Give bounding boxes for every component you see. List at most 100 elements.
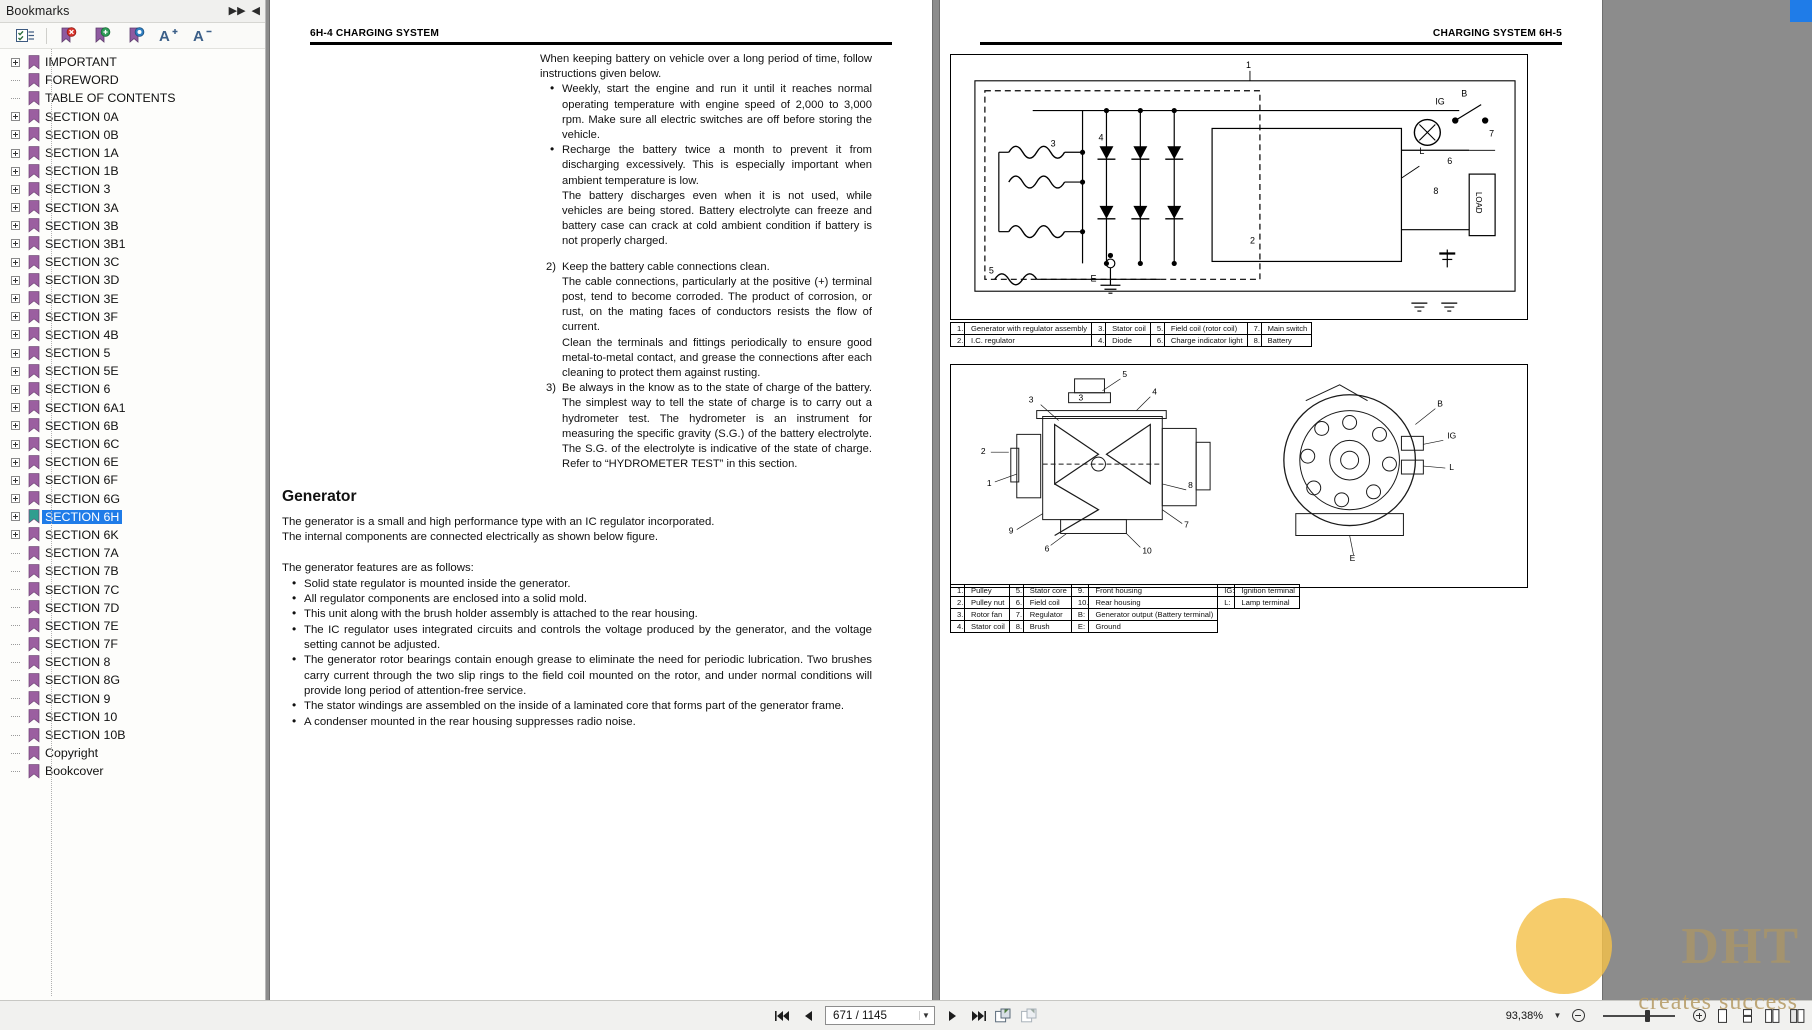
expand-toggle-icon[interactable] xyxy=(4,257,26,267)
bookmark-item-section-6a1[interactable]: SECTION 6A1 xyxy=(0,399,265,417)
bookmark-delete-icon[interactable] xyxy=(51,24,85,48)
expand-toggle-icon[interactable] xyxy=(4,57,26,67)
cover-page-view-icon[interactable] xyxy=(1789,1007,1806,1024)
expand-toggle-icon[interactable] xyxy=(4,112,26,122)
expand-toggle-icon[interactable] xyxy=(4,148,26,158)
bookmark-add-icon[interactable] xyxy=(85,24,119,48)
zoom-slider[interactable] xyxy=(1593,1009,1685,1023)
bookmark-item-bookcover[interactable]: Bookcover xyxy=(0,762,265,780)
expand-toggle-icon[interactable] xyxy=(4,221,26,231)
bookmark-item-section-7e[interactable]: SECTION 7E xyxy=(0,617,265,635)
bookmark-item-section-6f[interactable]: SECTION 6F xyxy=(0,471,265,489)
expand-toggle-icon[interactable] xyxy=(4,130,26,140)
zoom-slider-handle[interactable] xyxy=(1645,1009,1650,1022)
expand-toggle-icon[interactable] xyxy=(4,348,26,358)
expand-toggle-icon[interactable] xyxy=(4,366,26,376)
bookmark-item-section-8[interactable]: SECTION 8 xyxy=(0,653,265,671)
bookmark-item-section-6h[interactable]: SECTION 6H xyxy=(0,508,265,526)
legend-index: 10. xyxy=(1070,596,1090,609)
facing-pages-view-icon[interactable] xyxy=(1764,1007,1781,1024)
bookmark-item-section-6[interactable]: SECTION 6 xyxy=(0,380,265,398)
zoom-dropdown-chevron-down-icon[interactable]: ▼ xyxy=(1551,1011,1564,1020)
expand-toggle-icon[interactable] xyxy=(4,530,26,540)
bookmark-item-section-6g[interactable]: SECTION 6G xyxy=(0,490,265,508)
expand-toggle-icon[interactable] xyxy=(4,384,26,394)
expand-toggle-icon[interactable] xyxy=(4,330,26,340)
expand-toggle-icon[interactable] xyxy=(4,512,26,522)
bookmark-item-section-6k[interactable]: SECTION 6K xyxy=(0,526,265,544)
bookmark-item-section-10b[interactable]: SECTION 10B xyxy=(0,726,265,744)
bookmark-item-section-10[interactable]: SECTION 10 xyxy=(0,708,265,726)
bookmark-item-section-3b1[interactable]: SECTION 3B1 xyxy=(0,235,265,253)
tree-branch-icon xyxy=(4,698,26,700)
bookmark-item-important[interactable]: IMPORTANT xyxy=(0,53,265,71)
expand-toggle-icon[interactable] xyxy=(4,421,26,431)
chevron-down-icon[interactable]: ▼ xyxy=(919,1011,932,1020)
bookmark-item-section-3b[interactable]: SECTION 3B xyxy=(0,217,265,235)
bookmark-item-section-6c[interactable]: SECTION 6C xyxy=(0,435,265,453)
bookmark-item-section-0a[interactable]: SECTION 0A xyxy=(0,108,265,126)
document-viewport[interactable]: 6H-4 CHARGING SYSTEM When keeping batter… xyxy=(266,0,1812,1000)
bookmark-item-section-7c[interactable]: SECTION 7C xyxy=(0,580,265,598)
next-view-icon[interactable] xyxy=(1020,1006,1039,1026)
svg-text:B: B xyxy=(1461,89,1467,99)
bookmark-item-section-3[interactable]: SECTION 3 xyxy=(0,180,265,198)
bookmark-item-section-5e[interactable]: SECTION 5E xyxy=(0,362,265,380)
zoom-in-icon[interactable] xyxy=(1693,1009,1706,1022)
expand-toggle-icon[interactable] xyxy=(4,457,26,467)
zoom-out-icon[interactable] xyxy=(1572,1009,1585,1022)
previous-page-icon[interactable] xyxy=(799,1006,818,1026)
last-page-icon[interactable] xyxy=(968,1006,987,1026)
first-page-icon[interactable] xyxy=(773,1006,792,1026)
expand-toggle-icon[interactable] xyxy=(4,403,26,413)
bookmark-edit-icon[interactable] xyxy=(119,24,153,48)
bookmark-item-section-3a[interactable]: SECTION 3A xyxy=(0,199,265,217)
expand-toggle-icon[interactable] xyxy=(4,184,26,194)
previous-view-icon[interactable] xyxy=(994,1006,1013,1026)
continuous-view-icon[interactable] xyxy=(1739,1007,1756,1024)
chevrons-right-icon[interactable]: ▶▶ xyxy=(229,6,246,17)
page-number-input[interactable]: 671 / 1145 ▼ xyxy=(825,1006,935,1025)
bookmark-item-section-6b[interactable]: SECTION 6B xyxy=(0,417,265,435)
expand-toggle-icon[interactable] xyxy=(4,203,26,213)
bookmark-item-section-6e[interactable]: SECTION 6E xyxy=(0,453,265,471)
bookmark-item-section-4b[interactable]: SECTION 4B xyxy=(0,326,265,344)
options-menu-icon[interactable] xyxy=(8,24,42,48)
bookmark-flag-icon xyxy=(26,254,42,270)
bookmark-label: SECTION 6A1 xyxy=(45,400,126,415)
decrease-text-size-icon[interactable]: A xyxy=(187,24,221,48)
next-page-icon[interactable] xyxy=(942,1006,961,1026)
bookmark-item-copyright[interactable]: Copyright xyxy=(0,744,265,762)
expand-toggle-icon[interactable] xyxy=(4,475,26,485)
bookmark-item-section-7d[interactable]: SECTION 7D xyxy=(0,599,265,617)
increase-text-size-icon[interactable]: A xyxy=(153,24,187,48)
bookmark-item-section-3c[interactable]: SECTION 3C xyxy=(0,253,265,271)
bookmark-item-section-3e[interactable]: SECTION 3E xyxy=(0,289,265,307)
svg-text:3: 3 xyxy=(1029,395,1034,405)
bookmark-item-section-7a[interactable]: SECTION 7A xyxy=(0,544,265,562)
chevron-left-icon[interactable]: ◀ xyxy=(252,6,260,17)
expand-toggle-icon[interactable] xyxy=(4,239,26,249)
expand-toggle-icon[interactable] xyxy=(4,275,26,285)
bookmark-item-foreword[interactable]: FOREWORD xyxy=(0,71,265,89)
expand-toggle-icon[interactable] xyxy=(4,294,26,304)
bookmark-item-section-7f[interactable]: SECTION 7F xyxy=(0,635,265,653)
bookmark-item-section-1b[interactable]: SECTION 1B xyxy=(0,162,265,180)
expand-toggle-icon[interactable] xyxy=(4,312,26,322)
expand-toggle-icon[interactable] xyxy=(4,494,26,504)
expand-toggle-icon[interactable] xyxy=(4,166,26,176)
single-page-view-icon[interactable] xyxy=(1714,1007,1731,1024)
legend-label: Generator with regulator assembly xyxy=(963,322,1093,335)
bookmark-item-section-9[interactable]: SECTION 9 xyxy=(0,690,265,708)
bookmark-item-section-8g[interactable]: SECTION 8G xyxy=(0,671,265,689)
bookmark-item-section-3f[interactable]: SECTION 3F xyxy=(0,308,265,326)
bottom-toolbar: 671 / 1145 ▼ 93,38% ▼ xyxy=(0,1000,1812,1030)
bookmark-item-table-of-contents[interactable]: TABLE OF CONTENTS xyxy=(0,89,265,107)
bookmark-item-section-5[interactable]: SECTION 5 xyxy=(0,344,265,362)
bookmark-item-section-1a[interactable]: SECTION 1A xyxy=(0,144,265,162)
bookmark-item-section-0b[interactable]: SECTION 0B xyxy=(0,126,265,144)
bookmark-item-section-7b[interactable]: SECTION 7B xyxy=(0,562,265,580)
expand-toggle-icon[interactable] xyxy=(4,439,26,449)
bookmark-tree[interactable]: IMPORTANT FOREWORD TABLE OF CONTENTS SECTIO… xyxy=(0,49,265,1000)
bookmark-item-section-3d[interactable]: SECTION 3D xyxy=(0,271,265,289)
